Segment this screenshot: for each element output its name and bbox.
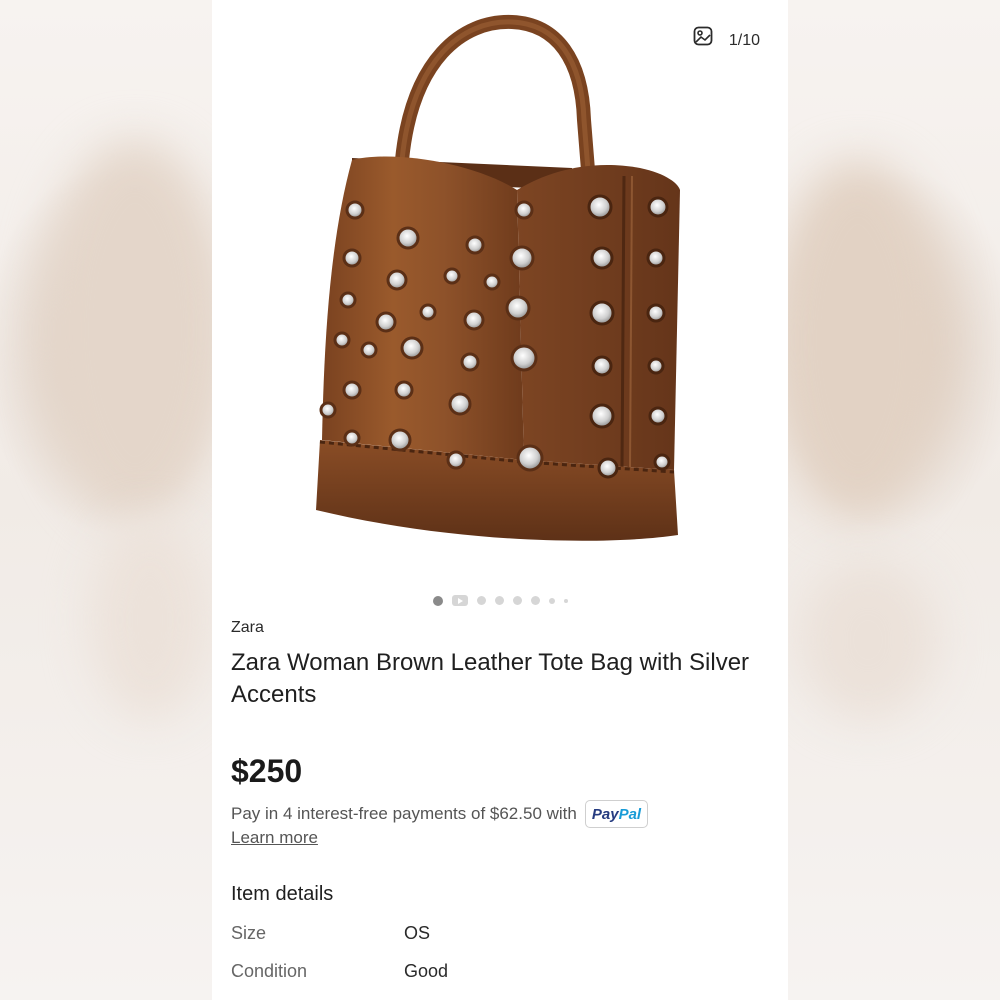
carousel-dot[interactable] [563, 598, 568, 603]
listing-panel: 1/10 Zara Zara Woman Brown Leather Tote … [212, 0, 788, 1000]
product-image-carousel[interactable]: 1/10 [212, 0, 788, 580]
carousel-video-dot[interactable] [451, 595, 468, 606]
detail-value: Good [404, 961, 449, 981]
detail-value: OS [404, 923, 431, 943]
carousel-dot[interactable] [476, 596, 486, 605]
item-details-heading: Item details [231, 883, 334, 905]
detail-label: Condition [231, 961, 308, 981]
detail-row-size: Size OS [231, 923, 771, 951]
learn-more-link[interactable]: Learn more [231, 828, 318, 848]
carousel-dot[interactable] [512, 596, 522, 605]
carousel-dot-active[interactable] [432, 595, 443, 606]
paypal-badge[interactable]: Pay Pal [584, 800, 649, 828]
carousel-dot[interactable] [530, 596, 540, 605]
image-icon [693, 26, 723, 51]
carousel-dot[interactable] [548, 597, 555, 604]
detail-label: Size [231, 923, 267, 943]
carousel-pagination[interactable] [212, 595, 788, 606]
product-title: Zara Woman Brown Leather Tote Bag with S… [231, 649, 750, 708]
carousel-dot[interactable] [494, 596, 504, 605]
image-counter: 1/10 [692, 26, 770, 56]
blurred-backdrop-left [0, 0, 212, 1000]
brand-name[interactable]: Zara [231, 619, 264, 637]
detail-row-condition: Condition Good [231, 961, 771, 989]
image-counter-text: 1/10 [728, 32, 760, 49]
installments-row: Pay in 4 interest-free payments of $62.5… [231, 800, 649, 828]
tote-bag-photo [316, 14, 680, 541]
installments-text: Pay in 4 interest-free payments of $62.5… [231, 804, 577, 823]
blurred-backdrop-right [788, 0, 1000, 1000]
product-price: $250 [231, 753, 303, 789]
